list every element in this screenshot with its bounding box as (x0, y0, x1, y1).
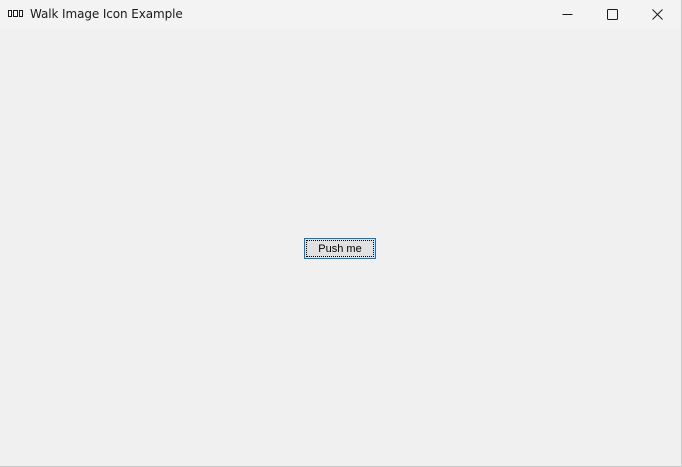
app-window-icon (8, 10, 23, 19)
app-window: Walk Image Icon Example Push me (0, 0, 682, 467)
close-button[interactable] (635, 0, 680, 29)
minimize-button[interactable] (545, 0, 590, 29)
close-icon (652, 9, 663, 20)
client-area: Push me (0, 29, 681, 466)
push-me-button[interactable]: Push me (304, 238, 376, 259)
minimize-icon (562, 14, 573, 15)
window-title: Walk Image Icon Example (30, 7, 183, 21)
maximize-button[interactable] (590, 0, 635, 29)
title-bar[interactable]: Walk Image Icon Example (0, 0, 681, 29)
maximize-icon (607, 9, 618, 20)
